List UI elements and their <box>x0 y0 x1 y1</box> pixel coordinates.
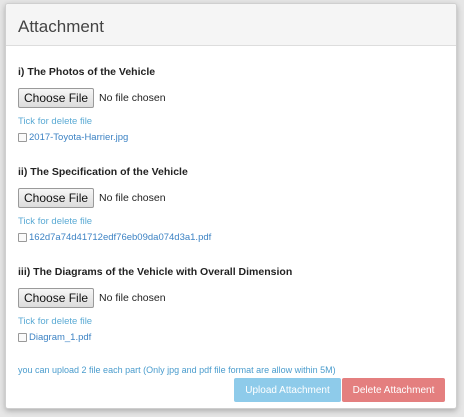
upload-attachment-button[interactable]: Upload Attachment <box>234 378 341 402</box>
tick-delete-label: Tick for delete file <box>18 316 93 327</box>
delete-file-checkbox[interactable] <box>18 233 27 242</box>
file-status: No file chosen <box>99 192 166 204</box>
upload-note: you can upload 2 file each part (Only jp… <box>18 365 336 375</box>
attachment-panel: Attachment i) The Photos of the Vehicle … <box>5 3 457 409</box>
tick-delete-label: Tick for delete file <box>18 116 93 127</box>
existing-file-link[interactable]: 162d7a74d41712edf76eb09da074d3a1.pdf <box>29 232 211 243</box>
delete-file-checkbox[interactable] <box>18 133 27 142</box>
section-photos: i) The Photos of the Vehicle Choose File… <box>18 66 166 143</box>
existing-file-item: Diagram_1.pdf <box>18 332 292 343</box>
choose-file-button[interactable]: Choose File <box>18 288 95 308</box>
existing-file-item: 2017-Toyota-Harrier.jpg <box>18 132 166 143</box>
section-specification: ii) The Specification of the Vehicle Cho… <box>18 166 211 243</box>
section-diagrams: iii) The Diagrams of the Vehicle with Ov… <box>18 266 292 343</box>
tick-delete-label: Tick for delete file <box>18 216 93 227</box>
existing-file-link[interactable]: Diagram_1.pdf <box>29 332 91 343</box>
file-input-row: Choose File No file chosen <box>18 288 292 308</box>
file-input-row: Choose File No file chosen <box>18 188 211 208</box>
section-title: ii) The Specification of the Vehicle <box>18 166 188 178</box>
file-input-row: Choose File No file chosen <box>18 88 166 108</box>
delete-file-checkbox[interactable] <box>18 333 27 342</box>
file-status: No file chosen <box>99 92 166 104</box>
file-status: No file chosen <box>99 292 166 304</box>
choose-file-button[interactable]: Choose File <box>18 188 95 208</box>
panel-title: Attachment <box>6 4 456 46</box>
existing-file-link[interactable]: 2017-Toyota-Harrier.jpg <box>29 132 128 143</box>
choose-file-button[interactable]: Choose File <box>18 88 95 108</box>
section-title: i) The Photos of the Vehicle <box>18 66 156 78</box>
section-title: iii) The Diagrams of the Vehicle with Ov… <box>18 266 293 278</box>
existing-file-item: 162d7a74d41712edf76eb09da074d3a1.pdf <box>18 232 211 243</box>
delete-attachment-button[interactable]: Delete Attachment <box>342 378 445 402</box>
